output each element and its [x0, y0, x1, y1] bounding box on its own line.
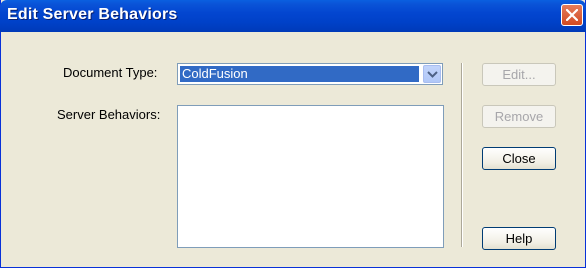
edit-server-behaviors-dialog: Edit Server Behaviors Document Type: Col…	[0, 0, 586, 268]
close-button[interactable]: Close	[482, 147, 556, 170]
server-behaviors-list[interactable]	[177, 105, 444, 248]
document-type-value: ColdFusion	[180, 66, 419, 82]
dropdown-arrow-button[interactable]	[423, 65, 441, 83]
dialog-title: Edit Server Behaviors	[7, 6, 178, 23]
window-close-button[interactable]	[561, 4, 583, 26]
close-x-icon	[566, 9, 578, 21]
remove-button[interactable]: Remove	[482, 105, 556, 128]
server-behaviors-label: Server Behaviors:	[57, 107, 161, 122]
title-bar[interactable]: Edit Server Behaviors	[0, 0, 586, 32]
help-button[interactable]: Help	[482, 227, 556, 250]
document-type-label: Document Type:	[63, 65, 158, 80]
chevron-down-icon	[427, 71, 438, 78]
edit-button[interactable]: Edit...	[482, 63, 556, 86]
vertical-separator	[461, 63, 463, 247]
document-type-select[interactable]: ColdFusion	[177, 63, 443, 85]
